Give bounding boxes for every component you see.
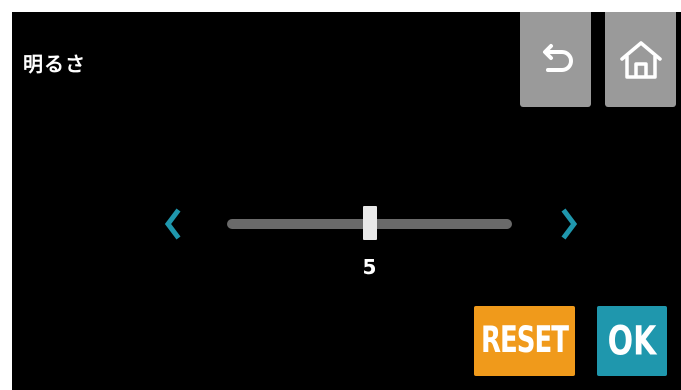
reset-button-label: RESET xyxy=(480,320,569,362)
decrease-button[interactable] xyxy=(160,206,184,246)
brightness-value: 5 xyxy=(362,255,377,279)
page-title: 明るさ xyxy=(23,52,86,76)
ok-button-label: OK xyxy=(607,317,657,365)
back-arrow-icon xyxy=(536,40,576,80)
home-icon xyxy=(618,39,664,81)
chevron-left-icon xyxy=(163,207,181,246)
brightness-slider-thumb[interactable] xyxy=(362,206,377,240)
back-button[interactable] xyxy=(520,12,591,107)
reset-button[interactable]: RESET xyxy=(474,306,575,376)
increase-button[interactable] xyxy=(558,206,582,246)
chevron-right-icon xyxy=(561,207,579,246)
ok-button[interactable]: OK xyxy=(597,306,667,376)
brightness-screen: 明るさ 5 RESET OK xyxy=(12,12,681,390)
home-button[interactable] xyxy=(605,12,676,107)
